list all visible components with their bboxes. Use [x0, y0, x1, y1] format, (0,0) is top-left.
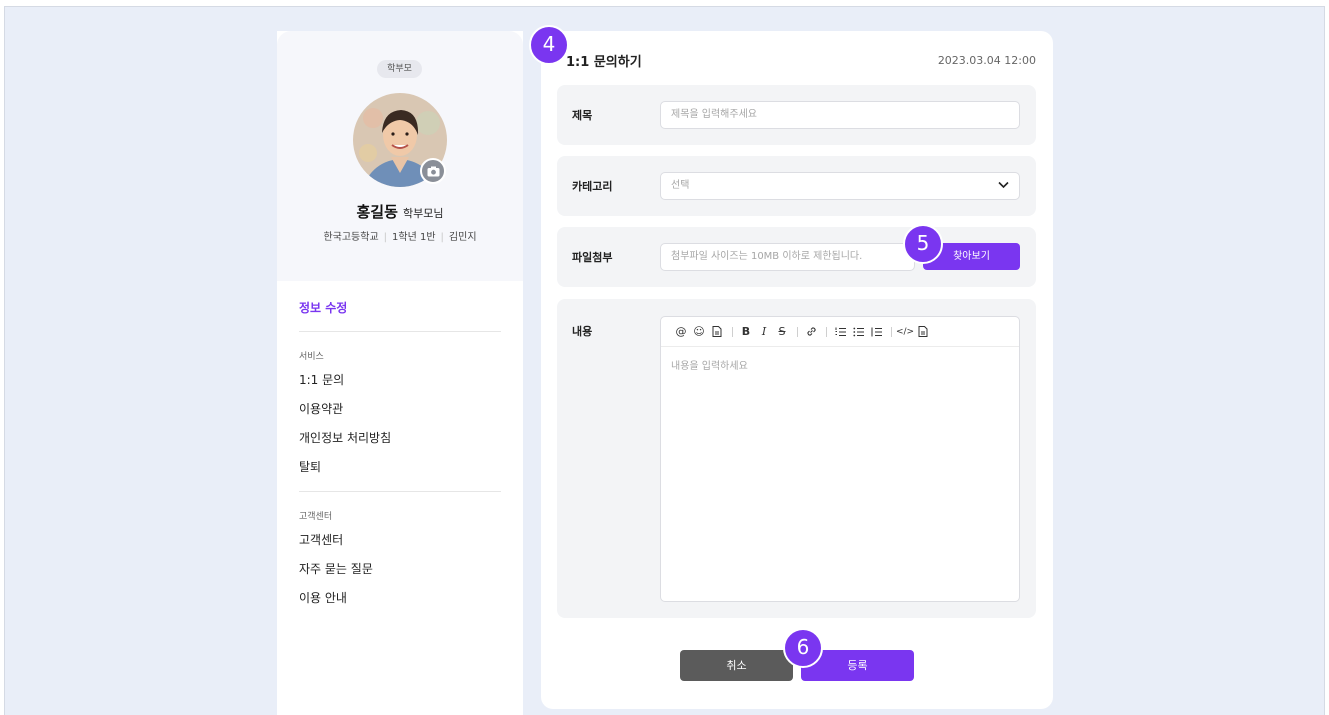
student-name: 김민지: [448, 232, 477, 243]
divider: [299, 491, 501, 492]
divider: [299, 331, 501, 332]
inquiry-datetime: 2023.03.04 12:00: [937, 54, 1036, 67]
cancel-button[interactable]: 취소: [680, 650, 793, 681]
toolbar-divider: [732, 326, 733, 337]
subject-label: 제목: [572, 109, 593, 122]
step-marker-4: 4: [529, 25, 569, 65]
content-placeholder: 내용을 입력하세요: [671, 361, 748, 372]
class-name: 1학년 1반: [392, 232, 436, 243]
user-name-line: 홍길동 학부모님: [277, 201, 523, 222]
user-title: 학부모님: [403, 207, 444, 220]
divider: |: [440, 232, 444, 243]
attachment-panel: 파일첨부 첨부파일 사이즈는 10MB 이하로 제한됩니다. 찾아보기: [557, 227, 1036, 287]
school-info: 한국고등학교 | 1학년 1반 | 김민지: [277, 228, 523, 243]
italic-icon[interactable]: I: [756, 324, 772, 340]
menu-item-terms[interactable]: 이용약관: [299, 400, 343, 417]
ordered-list-icon[interactable]: [832, 324, 848, 340]
emoji-icon[interactable]: ☺: [691, 324, 707, 340]
menu-item-inquiry[interactable]: 1:1 문의: [299, 371, 344, 388]
divider: |: [383, 232, 388, 243]
page-title: 1:1 문의하기: [566, 55, 642, 70]
strikethrough-icon[interactable]: S: [774, 324, 790, 340]
editor-toolbar: @ ☺ B I S </>: [661, 317, 1019, 347]
attachment-label: 파일첨부: [572, 251, 613, 264]
menu-item-withdraw[interactable]: 탈퇴: [299, 458, 321, 475]
edit-info-link[interactable]: 정보 수정: [299, 299, 347, 316]
school-name: 한국고등학교: [323, 232, 379, 243]
role-badge: 학부모: [377, 60, 422, 78]
user-name: 홍길동: [356, 203, 398, 221]
subject-panel: 제목 제목을 입력해주세요: [557, 85, 1036, 145]
content-label: 내용: [572, 325, 593, 338]
step-marker-5: 5: [903, 224, 943, 264]
checklist-icon[interactable]: [868, 324, 884, 340]
toolbar-divider: [826, 326, 827, 337]
category-label: 카테고리: [572, 180, 613, 193]
at-icon[interactable]: @: [673, 324, 689, 340]
chevron-down-icon: [998, 181, 1009, 189]
content-panel: 내용 @ ☺ B I S </> 내용을 입력하세요: [557, 299, 1036, 618]
step-marker-6: 6: [783, 628, 823, 668]
toolbar-divider: [891, 326, 892, 337]
code-icon[interactable]: </>: [896, 324, 914, 340]
link-icon[interactable]: [803, 324, 819, 340]
subject-input[interactable]: 제목을 입력해주세요: [660, 101, 1020, 129]
category-select[interactable]: 선택: [660, 172, 1020, 200]
category-panel: 카테고리 선택: [557, 156, 1036, 216]
change-photo-button[interactable]: [420, 158, 446, 184]
file-icon[interactable]: [709, 324, 725, 340]
profile-sidebar: 학부모 홍길동 학부모님 한국고등학교 | 1학년 1반 | 김민지 정보 수정…: [277, 31, 523, 715]
camera-icon: [427, 166, 439, 176]
menu-item-support[interactable]: 고객센터: [299, 531, 343, 548]
profile-card: 학부모 홍길동 학부모님 한국고등학교 | 1학년 1반 | 김민지: [277, 31, 523, 281]
menu-item-guide[interactable]: 이용 안내: [299, 589, 347, 606]
rich-text-editor[interactable]: @ ☺ B I S </> 내용을 입력하세요: [660, 316, 1020, 602]
menu-item-faq[interactable]: 자주 묻는 질문: [299, 560, 373, 577]
toolbar-divider: [797, 326, 798, 337]
menu-item-privacy[interactable]: 개인정보 처리방침: [299, 429, 391, 446]
category-selected-value: 선택: [671, 180, 690, 191]
service-section-label: 서비스: [299, 352, 324, 362]
document-icon[interactable]: [915, 324, 931, 340]
bold-icon[interactable]: B: [738, 324, 754, 340]
support-section-label: 고객센터: [299, 512, 333, 522]
inquiry-form-card: 1:1 문의하기 2023.03.04 12:00 제목 제목을 입력해주세요 …: [541, 31, 1053, 709]
attachment-input[interactable]: 첨부파일 사이즈는 10MB 이하로 제한됩니다.: [660, 243, 915, 271]
bullet-list-icon[interactable]: [850, 324, 866, 340]
